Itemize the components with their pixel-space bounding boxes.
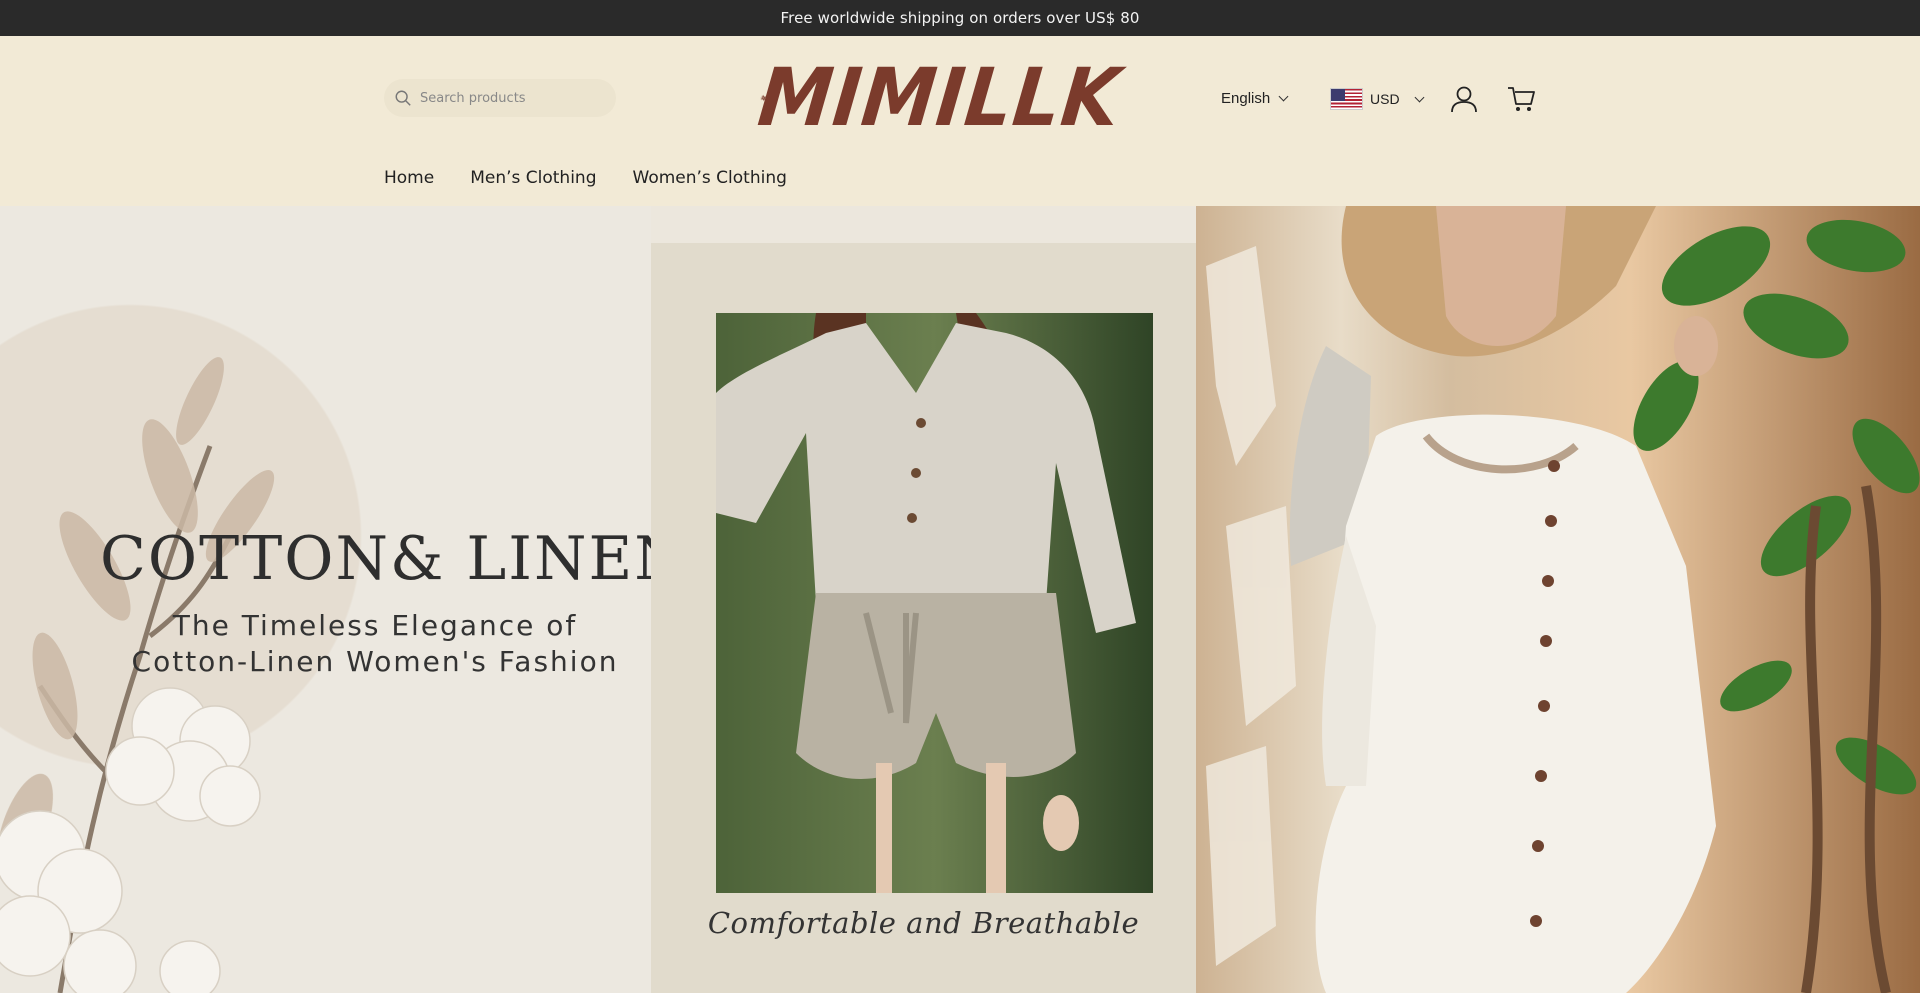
brand-logo[interactable]: MIMILLK (754, 50, 1125, 146)
hero-headline: COTTON& LINEN (100, 524, 689, 594)
currency-label: USD (1370, 91, 1400, 107)
hero-banner[interactable]: COTTON& LINEN The Timeless Elegance of C… (0, 206, 1920, 993)
hero-text-panel: COTTON& LINEN The Timeless Elegance of C… (0, 206, 687, 993)
nav-item-home[interactable]: Home (384, 168, 434, 188)
search-input[interactable] (420, 90, 600, 106)
hero-subline-line-1: The Timeless Elegance of (172, 609, 578, 642)
hero-product-card: Comfortable and Breathable (651, 243, 1196, 993)
announcement-bar: Free worldwide shipping on orders over U… (0, 0, 1920, 36)
main-nav: Home Men’s Clothing Women’s Clothing (384, 168, 787, 188)
us-flag-icon (1330, 88, 1363, 110)
lifestyle-model-photo (1196, 206, 1920, 993)
account-icon[interactable] (1449, 84, 1479, 114)
search-icon[interactable] (394, 89, 412, 107)
hero-caption: Comfortable and Breathable (707, 906, 1140, 940)
nav-item-mens-clothing[interactable]: Men’s Clothing (470, 168, 596, 188)
nav-item-womens-clothing[interactable]: Women’s Clothing (633, 168, 787, 188)
chevron-down-icon (1414, 92, 1425, 102)
announcement-text: Free worldwide shipping on orders over U… (780, 9, 1140, 27)
hero-subline: The Timeless Elegance of Cotton-Linen Wo… (100, 608, 650, 680)
linen-outfit-photo (716, 313, 1153, 893)
language-selector[interactable]: English (1221, 90, 1289, 107)
search-box[interactable] (384, 79, 616, 117)
site-header: MIMILLK English USD Home Men’s Clothing … (0, 36, 1920, 206)
chevron-down-icon (1278, 91, 1289, 102)
language-label: English (1221, 90, 1271, 107)
logo-text: MIMILLK (754, 51, 1125, 145)
hero-subline-line-2: Cotton-Linen Women's Fashion (131, 645, 619, 678)
cart-icon[interactable] (1506, 84, 1536, 114)
currency-selector[interactable]: USD (1330, 88, 1425, 110)
